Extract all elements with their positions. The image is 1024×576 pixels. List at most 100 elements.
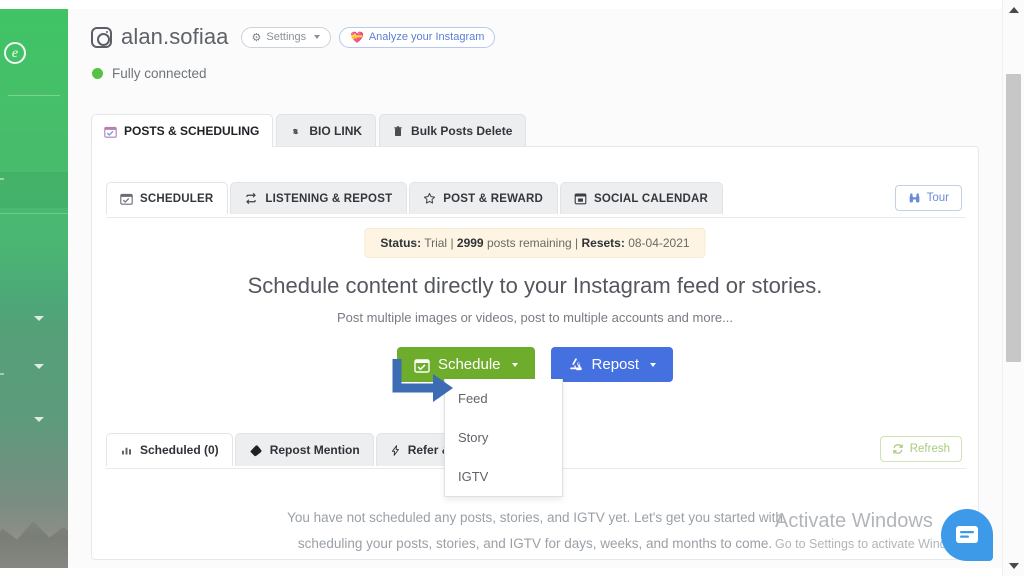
tab-listening-and-repost[interactable]: LISTENING & REPOST [230,182,408,214]
calendar-check-icon [104,126,117,138]
settings-button[interactable]: ⚙ Settings [240,26,332,48]
tab-bulk-posts-delete[interactable]: Bulk Posts Delete [379,114,527,146]
heart-brain-icon: 💝 [350,31,364,44]
status-label: Status: [380,236,422,250]
connection-status: Fully connected [92,66,207,81]
schedule-dropdown-menu: Feed Story IGTV [444,379,563,497]
chevron-down-icon [314,35,321,39]
tab-label: SCHEDULER [140,192,214,205]
recycle-icon [569,357,582,370]
tab-repost-mention[interactable]: Repost Mention [234,433,374,466]
sidebar-chevron-down-icon-2[interactable] [34,364,44,369]
sidebar-stub-2 [0,373,4,375]
calendar-check-icon [120,193,133,205]
empty-state-line-1: You have not scheduled any posts, storie… [287,510,783,525]
tab-bio-link[interactable]: BIO LINK [276,114,377,146]
tour-label: Tour [926,192,949,204]
repeat-icon [246,193,257,204]
connection-status-label: Fully connected [112,66,207,81]
tab-scheduled[interactable]: Scheduled (0) [106,433,233,466]
scroll-up-button[interactable] [1003,1,1024,19]
tab-label: POST & REWARD [443,192,544,205]
separator-2: | [575,236,579,250]
status-banner: Status: Trial | 2999 posts remaining | R… [364,228,706,258]
posts-remaining-count: 2999 [456,236,484,250]
dropdown-item-story[interactable]: Story [445,418,562,457]
repost-label: Repost [591,356,640,373]
trash-icon [394,125,402,136]
repost-button[interactable]: Repost [550,347,674,382]
analyze-label: Analyze your Instagram [368,31,485,43]
analyze-instagram-button[interactable]: 💝 Analyze your Instagram [339,26,496,48]
browser-top-strip [0,0,1024,9]
tab-label: Bulk Posts Delete [411,124,513,138]
resets-label: Resets: [581,236,625,250]
sidebar-chevron-down-icon-1[interactable] [34,316,44,321]
tag-icon [250,444,262,456]
sidebar-divider-1 [8,95,60,96]
inner-tab-divider [106,217,966,218]
link-icon [293,128,299,134]
account-header: alan.sofiaa ⚙ Settings 💝 Analyze your In… [91,24,496,50]
account-username: alan.sofiaa [121,24,229,49]
tab-label: POSTS & SCHEDULING [124,124,260,138]
scheduler-card: SCHEDULER LISTENING & REPOST POST & REWA… [91,146,979,560]
chevron-down-icon [650,362,657,367]
tab-social-calendar[interactable]: SOCIAL CALENDAR [560,182,723,214]
vertical-scrollbar[interactable] [1002,0,1024,576]
refresh-label: Refresh [909,443,950,455]
scrollbar-thumb[interactable] [1006,74,1021,362]
tab-label: SOCIAL CALENDAR [594,192,708,205]
inner-tab-bar: SCHEDULER LISTENING & REPOST POST & REWA… [106,182,725,214]
app-root: e alan.sofiaa ⚙ Settings 💝 Analyze your … [0,0,1024,576]
chat-message-icon [956,526,978,543]
action-button-group: Schedule Repost [92,347,978,382]
refresh-icon [892,444,903,454]
triangle-down-icon [1009,563,1019,569]
status-value: Trial [424,236,448,250]
outer-tab-bar: POSTS & SCHEDULING BIO LINK Bulk Posts D… [91,114,529,147]
star-icon [424,192,436,204]
refresh-button[interactable]: Refresh [879,436,962,462]
instagram-icon [91,26,112,48]
annotation-arrow-icon [392,359,453,402]
chat-widget-button[interactable] [941,509,993,561]
settings-label: Settings [266,31,307,43]
resets-value: 08-04-2021 [628,236,690,250]
tab-post-and-reward[interactable]: POST & REWARD [409,182,559,214]
gear-icon: ⚙ [251,31,262,44]
sidebar-highlight-band [0,172,68,208]
tab-label: Scheduled (0) [140,443,219,457]
page-title: Schedule content directly to your Instag… [247,273,823,298]
left-sidebar: e [0,0,68,576]
triangle-up-icon [1009,7,1019,13]
tab-label: LISTENING & REPOST [265,192,393,205]
tour-button[interactable]: Tour [894,185,962,211]
sidebar-chevron-down-icon-3[interactable] [34,417,44,422]
bolt-icon [391,444,399,456]
empty-state-line-2: scheduling your posts, stories, and IGTV… [297,536,773,551]
binoculars-icon [909,193,919,203]
app-logo[interactable]: e [4,42,26,64]
scroll-down-button[interactable] [1003,557,1024,575]
page-content: alan.sofiaa ⚙ Settings 💝 Analyze your In… [68,0,1002,576]
calendar-icon [574,193,587,205]
status-dot-icon [92,68,103,79]
lower-tab-bar: Scheduled (0) Repost Mention Refer & Ear… [106,433,496,466]
dropdown-item-feed[interactable]: Feed [445,379,562,418]
tab-scheduler[interactable]: SCHEDULER [106,182,229,214]
sidebar-background-image [0,521,68,576]
page-subtitle: Post multiple images or videos, post to … [337,310,733,325]
chevron-down-icon [511,362,518,367]
tab-label: BIO LINK [309,124,363,138]
tab-label: Repost Mention [269,443,360,457]
dropdown-item-igtv[interactable]: IGTV [445,457,562,496]
sidebar-stub-1 [0,178,4,180]
tab-posts-and-scheduling[interactable]: POSTS & SCHEDULING [91,114,274,147]
separator-1: | [450,236,454,250]
chart-bar-icon [122,447,131,455]
posts-remaining-label: posts remaining [486,236,572,250]
browser-bottom-strip [0,568,1024,576]
empty-state-message: You have not scheduled any posts, storie… [92,505,978,557]
sidebar-divider-2 [0,213,68,214]
